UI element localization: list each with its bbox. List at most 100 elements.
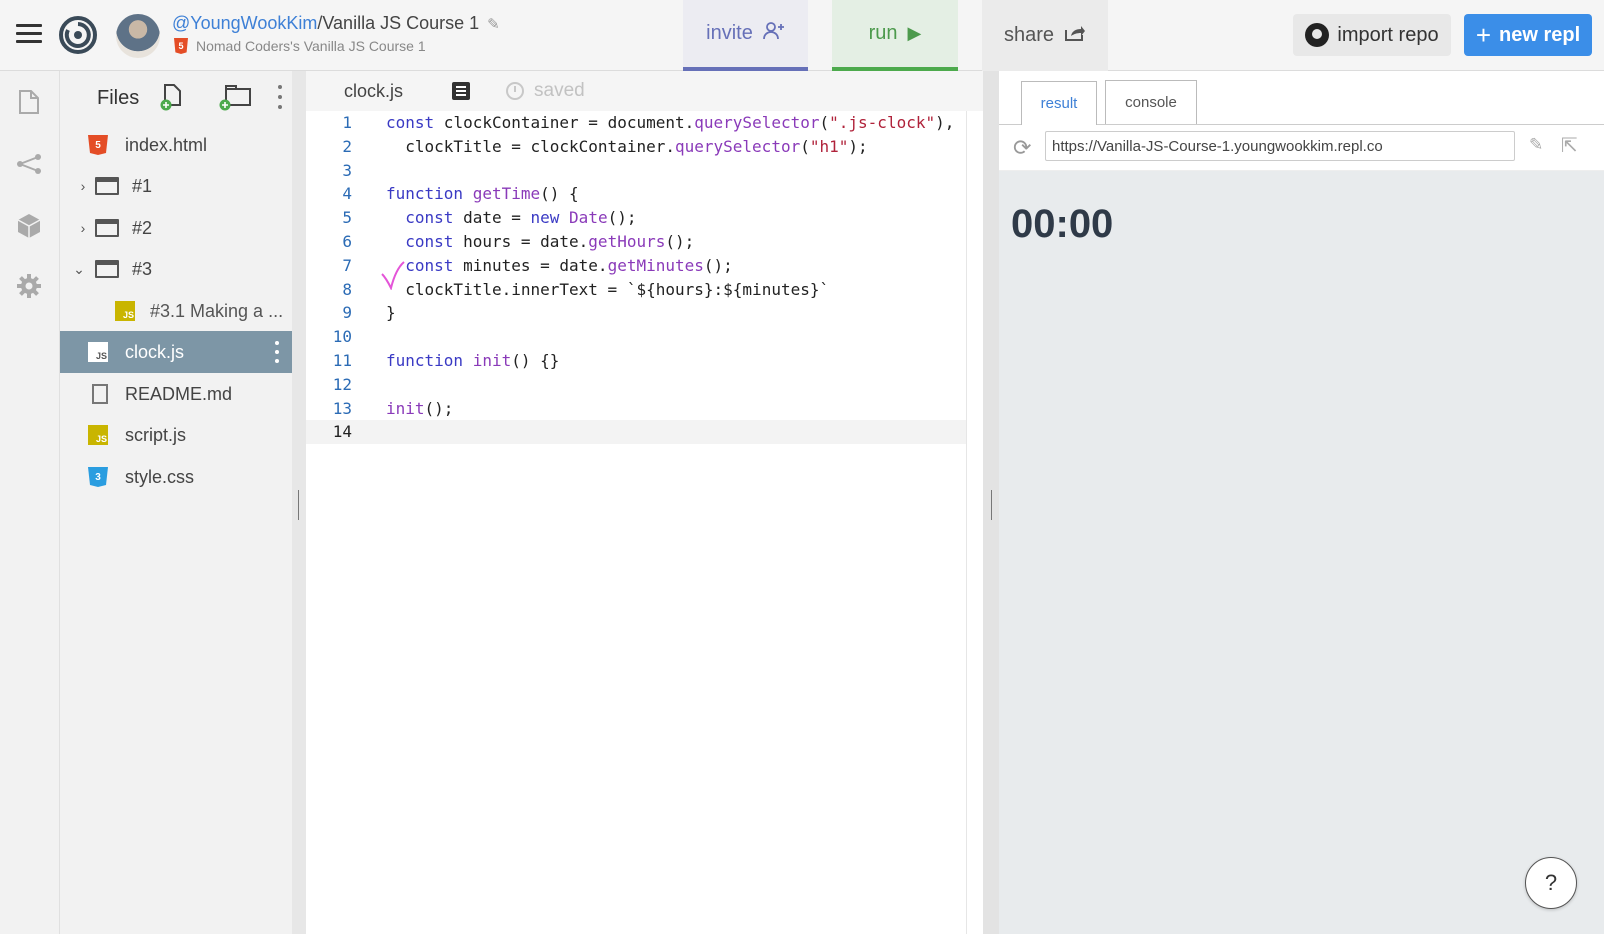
code-line[interactable]: 1 const clockContainer = document.querySe… [306, 111, 966, 135]
folder-name: #3 [132, 258, 153, 279]
line-number: 4 [342, 184, 352, 204]
repl-name[interactable]: Vanilla JS Course 1 [322, 13, 479, 33]
repl-logo-icon[interactable] [58, 15, 98, 55]
top-bar: @YoungWookKim/Vanilla JS Course 1 ✎ 5 Nom… [0, 0, 1604, 71]
code-line[interactable]: 6 const hours = date.getHours(); [306, 230, 966, 254]
editor-result-splitter[interactable] [983, 71, 999, 934]
line-number: 8 [342, 279, 352, 299]
file-more-icon[interactable] [274, 341, 280, 363]
run-button[interactable]: run ▶ [832, 0, 958, 71]
share-button[interactable]: share [982, 0, 1108, 71]
pencil-icon[interactable]: ✎ [487, 15, 500, 33]
url-bar: ⟳ ✎ ⇱ [999, 125, 1604, 171]
editor-tab-bar: clock.js saved [306, 71, 983, 111]
code-line[interactable]: 5 const date = new Date(); [306, 206, 966, 230]
saved-label: saved [534, 80, 585, 101]
files-icon[interactable] [16, 89, 42, 115]
annotation-checkmark [381, 261, 405, 290]
files-editor-splitter[interactable] [292, 71, 306, 934]
line-number: 2 [342, 136, 352, 156]
file-item-clock-js[interactable]: JS clock.js [60, 331, 292, 373]
username-link[interactable]: @YoungWookKim [172, 13, 317, 33]
share-label: share [1003, 24, 1055, 46]
line-number: 9 [342, 303, 352, 323]
code-text: clockTitle.innerText = `${hours}:${minut… [386, 279, 830, 299]
tab-result[interactable]: result [1021, 81, 1097, 126]
code-text: init(); [386, 398, 454, 418]
help-button[interactable]: ? [1525, 857, 1577, 909]
code-text: const date = new Date(); [405, 208, 637, 228]
folder-item-2[interactable]: › #2 [60, 207, 292, 249]
code-line[interactable]: 9} [306, 301, 966, 325]
editor-tab-clock-js[interactable]: clock.js [306, 71, 440, 111]
folder-item-3[interactable]: ⌄ #3 [60, 248, 292, 290]
folder-item-1[interactable]: › #1 [60, 165, 292, 207]
chevron-right-icon[interactable]: › [77, 178, 89, 194]
chevron-right-icon[interactable]: › [77, 220, 89, 236]
refresh-icon[interactable]: ⟳ [1013, 137, 1035, 159]
file-item-style-css[interactable]: 3 style.css [60, 456, 292, 498]
code-line[interactable]: 10 [306, 325, 966, 349]
url-field[interactable] [1045, 131, 1515, 161]
version-control-icon[interactable] [16, 151, 42, 177]
tab-console[interactable]: console [1105, 80, 1197, 124]
line-number: 7 [342, 255, 352, 275]
code-line[interactable]: 13 init(); [306, 397, 966, 421]
avatar[interactable] [116, 14, 160, 58]
js-file-icon: JS [115, 301, 135, 321]
code-line[interactable]: 11 function init() {} [306, 349, 966, 373]
file-name: clock.js [125, 341, 185, 362]
github-icon [1305, 23, 1330, 47]
chevron-down-icon[interactable]: ⌄ [73, 261, 85, 278]
code-text: function getTime() { [386, 184, 579, 204]
add-folder-icon[interactable] [218, 83, 252, 111]
history-icon[interactable] [506, 82, 524, 100]
code-line[interactable]: 4 function getTime() { [306, 182, 966, 206]
line-number: 13 [332, 398, 352, 418]
invite-button[interactable]: invite [683, 0, 808, 71]
run-label: run [868, 22, 898, 44]
format-icon[interactable] [452, 82, 470, 100]
code-line-current[interactable]: 14 [306, 420, 966, 445]
repl-title: @YoungWookKim/Vanilla JS Course 1 ✎ [172, 13, 500, 34]
file-item-3-1[interactable]: JS #3.1 Making a ... [60, 290, 292, 332]
folder-icon [95, 260, 119, 278]
code-line[interactable]: 12 [306, 373, 966, 397]
js-file-icon: JS [88, 342, 108, 362]
file-item-script-js[interactable]: JS script.js [60, 414, 292, 456]
line-number: 10 [332, 327, 352, 347]
pencil-icon[interactable]: ✎ [1529, 135, 1543, 155]
js-file-icon: JS [88, 425, 108, 445]
hamburger-icon[interactable] [16, 24, 42, 44]
editor-scrollbar[interactable] [966, 111, 983, 934]
code-line[interactable]: 3 [306, 159, 966, 183]
code-editor: clock.js saved 1 const clockContainer = d… [306, 71, 983, 934]
new-repl-button[interactable]: + new repl [1464, 14, 1592, 56]
css-file-icon: 3 [88, 467, 108, 487]
file-name: #3.1 Making a ... [150, 300, 284, 321]
open-new-window-icon[interactable]: ⇱ [1561, 133, 1578, 158]
file-name: README.md [125, 383, 233, 404]
files-more-icon[interactable] [277, 85, 283, 109]
add-file-icon[interactable] [160, 83, 184, 111]
folder-icon [95, 177, 119, 195]
packages-icon[interactable] [16, 213, 42, 239]
import-repo-button[interactable]: import repo [1293, 14, 1451, 56]
folder-name: #1 [132, 175, 153, 196]
line-number: 11 [332, 350, 352, 370]
files-panel: Files 5 index.html › #1 › #2 ⌄ #3 JS #3.… [60, 71, 292, 934]
file-item-index-html[interactable]: 5 index.html [60, 124, 292, 166]
share-icon [1064, 24, 1086, 47]
code-text: const clockContainer = document.querySel… [386, 113, 955, 132]
document-icon [92, 384, 108, 404]
file-name: index.html [125, 134, 208, 155]
code-line[interactable]: 2 clockTitle = clockContainer.querySelec… [306, 135, 966, 159]
repl-description: Nomad Coders's Vanilla JS Course 1 [196, 38, 426, 54]
line-number: 14 [332, 422, 352, 442]
code-text: clockTitle = clockContainer.querySelecto… [386, 136, 868, 156]
file-item-readme[interactable]: README.md [60, 373, 292, 415]
code-text: const minutes = date.getMinutes(); [405, 255, 733, 275]
settings-icon[interactable] [16, 273, 42, 299]
line-number: 5 [342, 208, 352, 228]
plus-icon: + [1475, 19, 1492, 50]
